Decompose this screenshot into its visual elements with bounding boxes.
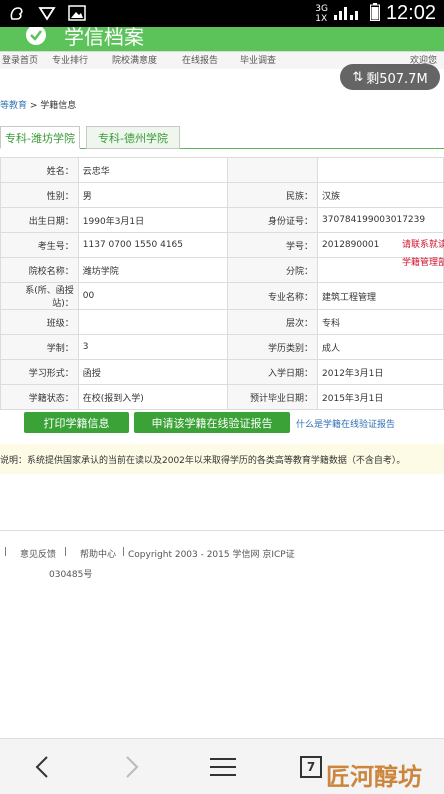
- breadcrumb: 等教育 > 学籍信息: [0, 101, 77, 111]
- breadcrumb-parent[interactable]: 等教育: [0, 101, 27, 111]
- menu-button[interactable]: [208, 753, 238, 781]
- side-note: 请联系就读: [402, 240, 444, 250]
- print-info-button[interactable]: 打印学籍信息: [24, 412, 129, 433]
- table-row: 学制： 3 学历类别： 成人: [0, 334, 444, 360]
- watermark-text: 匠河醇坊: [326, 763, 422, 791]
- back-button[interactable]: [30, 753, 54, 781]
- traffic-arrows-icon: ⇅: [352, 69, 364, 85]
- site-title: 学信档案: [64, 27, 144, 49]
- vpn-shield-icon: [36, 3, 58, 23]
- table-row: 院校名称： 潍坊学院 分院：: [0, 257, 444, 283]
- data-traffic-badge[interactable]: ⇅ 剩507.7M: [340, 64, 440, 90]
- nav-item[interactable]: 专业排行: [52, 53, 88, 66]
- table-row: 出生日期： 1990年3月1日 身份证号： 370784199003017239: [0, 207, 444, 233]
- menu-icon: [210, 758, 236, 776]
- table-row: 学习形式： 函授 入学日期： 2012年3月1日: [0, 359, 444, 385]
- feedback-link[interactable]: 意见反馈: [20, 547, 56, 560]
- apply-verification-button[interactable]: 申请该学籍在线验证报告: [134, 412, 290, 433]
- table-row: 学籍状态： 在校(报到入学) 预计毕业日期： 2015年3月1日: [0, 384, 444, 410]
- table-row: 考生号： 1137 0700 1550 4165 学号： 2012890001: [0, 232, 444, 258]
- check-icon: [26, 27, 46, 45]
- traffic-label: 剩507.7M: [366, 71, 428, 87]
- chevron-right-icon: [126, 756, 139, 778]
- table-row: 系(所、函授站)： 00 专业名称： 建筑工程管理: [0, 282, 444, 310]
- chevron-left-icon: [35, 756, 48, 778]
- nav-item[interactable]: 登录首页: [2, 53, 38, 66]
- squirrel-app-icon: [6, 3, 28, 23]
- nav-item[interactable]: 在线报告: [182, 53, 218, 66]
- forward-button[interactable]: [120, 753, 144, 781]
- side-note: 学籍管理部: [402, 258, 444, 268]
- school-tabs: 专科-潍坊学院 专科-德州学院: [0, 124, 444, 149]
- site-header: 学信档案 登录首页 专业排行 院校满意度 在线报告 毕业调查 欢迎您: [0, 27, 444, 69]
- table-row: 性别： 男 民族： 汉族: [0, 182, 444, 208]
- signal-icon: [333, 3, 364, 25]
- tab-dezhou[interactable]: 专科-德州学院: [86, 126, 180, 149]
- notice: 说明：系统提供国家承认的当前在读以及2002年以来取得学历的各类高等教育学籍数据…: [0, 444, 444, 474]
- battery-icon: [369, 2, 380, 25]
- nav-item[interactable]: 毕业调查: [240, 53, 276, 66]
- copyright: Copyright 2003 - 2015 学信网 京ICP证: [128, 550, 295, 560]
- help-center-link[interactable]: 帮助中心: [80, 547, 116, 560]
- table-row: 班级： 层次： 专科: [0, 309, 444, 335]
- status-bar: 3G 1X 12:02: [0, 0, 444, 27]
- student-info-table: 姓名： 云忠华 性别： 男 民族： 汉族 出生日期： 1990年3月1日 身份证…: [0, 157, 444, 410]
- table-row: 姓名： 云忠华: [0, 157, 444, 183]
- network-indicator: 3G 1X: [315, 3, 328, 24]
- clock: 12:02: [385, 2, 436, 24]
- nav-item[interactable]: 院校满意度: [112, 53, 157, 66]
- tab-weifang[interactable]: 专科-潍坊学院: [0, 126, 80, 149]
- image-notification-icon: [66, 3, 88, 23]
- help-link[interactable]: 什么是学籍在线验证报告: [296, 417, 395, 430]
- icp-number: 030485号: [49, 570, 93, 580]
- footer-divider: [0, 530, 444, 531]
- tabs-count-button[interactable]: 7: [300, 756, 322, 778]
- breadcrumb-current: 学籍信息: [40, 101, 77, 111]
